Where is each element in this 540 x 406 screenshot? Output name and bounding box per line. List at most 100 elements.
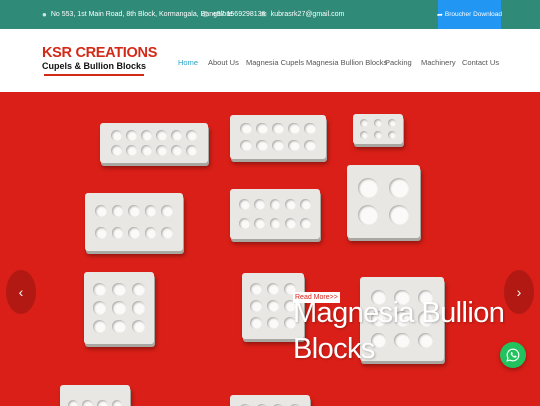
crucible-hole [239, 122, 252, 135]
crucible-hole [140, 129, 152, 141]
email-text[interactable]: kubrasrk27@gmail.com [271, 0, 345, 29]
hero-title: Magnesia Bullion Blocks [293, 295, 505, 367]
crucible-hole [373, 119, 383, 128]
nav-machinery[interactable]: Machinery [421, 58, 456, 67]
crucible-hole [161, 205, 173, 217]
crucible-hole [239, 139, 252, 152]
crucible-hole [239, 218, 251, 229]
crucible-hole [249, 299, 262, 312]
share-icon: ➦ [437, 11, 443, 19]
crucible-hole [239, 199, 251, 210]
crucible-hole [67, 399, 79, 406]
crucible-hole [387, 119, 397, 128]
logo-title: KSR CREATIONS [42, 45, 158, 61]
nav-home[interactable]: Home [178, 58, 198, 67]
hero-slider: Magnesia Bullion Blocks Read More>> ‹ › [0, 92, 540, 406]
crucible-hole [269, 218, 281, 229]
hero-title-line-2: Blocks [293, 333, 375, 365]
crucible-hole [171, 129, 183, 141]
crucible-hole [111, 205, 124, 217]
nav-about-us[interactable]: About Us [208, 58, 239, 67]
crucible-hole [92, 319, 106, 333]
slider-prev-button[interactable]: ‹ [6, 270, 36, 314]
crucible-hole [266, 299, 279, 312]
crucible-hole [358, 177, 379, 198]
crucible-hole [82, 399, 93, 406]
crucible-hole [256, 122, 268, 135]
crucible-hole [272, 139, 284, 152]
crucible-hole [128, 205, 140, 217]
crucible-hole [92, 301, 106, 315]
logo-subtitle: Cupels & Bullion Blocks [42, 61, 147, 71]
crucible-hole [186, 145, 198, 157]
crucible-hole [132, 301, 146, 315]
crucible-hole [110, 145, 122, 157]
nav-packing[interactable]: Packing [385, 58, 412, 67]
crucible-hole [111, 399, 123, 406]
email-icon: ✉ [260, 10, 267, 19]
logo[interactable]: KSR CREATIONS Cupels & Bullion Blocks [42, 45, 158, 77]
crucible-hole [132, 283, 146, 297]
crucible-hole [284, 218, 296, 229]
crucible-hole [156, 145, 167, 157]
crucible-hole [95, 205, 107, 217]
crucible-hole [358, 205, 379, 226]
crucible-hole [266, 316, 279, 329]
email-info[interactable]: ✉ kubrasrk27@gmail.com [260, 0, 344, 29]
crucible-hole [97, 399, 108, 406]
crucible-hole [125, 129, 137, 141]
logo-underline [44, 74, 144, 76]
crucible-block [347, 165, 420, 238]
nav-magnesia-bullion-blocks[interactable]: Magnesia Bullion Blocks [306, 58, 387, 67]
phone-text[interactable]: +97 1569298136 [213, 0, 266, 29]
crucible-hole [140, 145, 152, 157]
nav-magnesia-cupels[interactable]: Magnesia Cupels [246, 58, 304, 67]
crucible-hole [92, 283, 106, 297]
crucible-hole [387, 130, 397, 139]
crucible-block [230, 115, 326, 159]
crucible-block [230, 395, 310, 406]
crucible-block [85, 193, 183, 251]
crucible-hole [299, 199, 311, 210]
phone-info[interactable]: ✆ +97 1569298136 [202, 0, 265, 29]
whatsapp-button[interactable] [500, 342, 526, 368]
crucible-hole [359, 119, 369, 128]
crucible-hole [304, 139, 317, 152]
slider-next-button[interactable]: › [504, 270, 534, 314]
crucible-hole [156, 129, 167, 141]
crucible-hole [112, 301, 126, 315]
crucible-hole [112, 283, 126, 297]
crucible-hole [171, 145, 183, 157]
read-more-button[interactable]: Read More>> [293, 292, 340, 303]
crucible-hole [304, 122, 317, 135]
nav-contact-us[interactable]: Contact Us [462, 58, 499, 67]
crucible-hole [110, 129, 122, 141]
crucible-hole [388, 205, 409, 226]
crucible-block [84, 272, 154, 344]
crucible-hole [144, 227, 157, 239]
crucible-hole [299, 218, 311, 229]
phone-icon: ✆ [202, 10, 209, 19]
crucible-hole [254, 199, 266, 210]
chevron-left-icon: ‹ [18, 284, 24, 300]
chevron-right-icon: › [516, 284, 522, 300]
crucible-hole [161, 227, 173, 239]
crucible-hole [186, 129, 198, 141]
crucible-hole [128, 227, 140, 239]
crucible-hole [359, 130, 369, 139]
crucible-hole [112, 319, 126, 333]
crucible-hole [111, 227, 124, 239]
crucible-hole [288, 122, 300, 135]
crucible-hole [249, 316, 262, 329]
location-icon: ● [42, 10, 47, 19]
brochure-download-label: Broucher Download [444, 11, 502, 18]
crucible-hole [373, 130, 383, 139]
crucible-hole [95, 227, 107, 239]
brochure-download-button[interactable]: ➦ Broucher Download [437, 0, 502, 29]
crucible-hole [249, 283, 262, 296]
crucible-hole [272, 122, 284, 135]
crucible-hole [266, 283, 279, 296]
crucible-hole [125, 145, 137, 157]
crucible-block [100, 123, 208, 163]
crucible-block [60, 385, 130, 406]
